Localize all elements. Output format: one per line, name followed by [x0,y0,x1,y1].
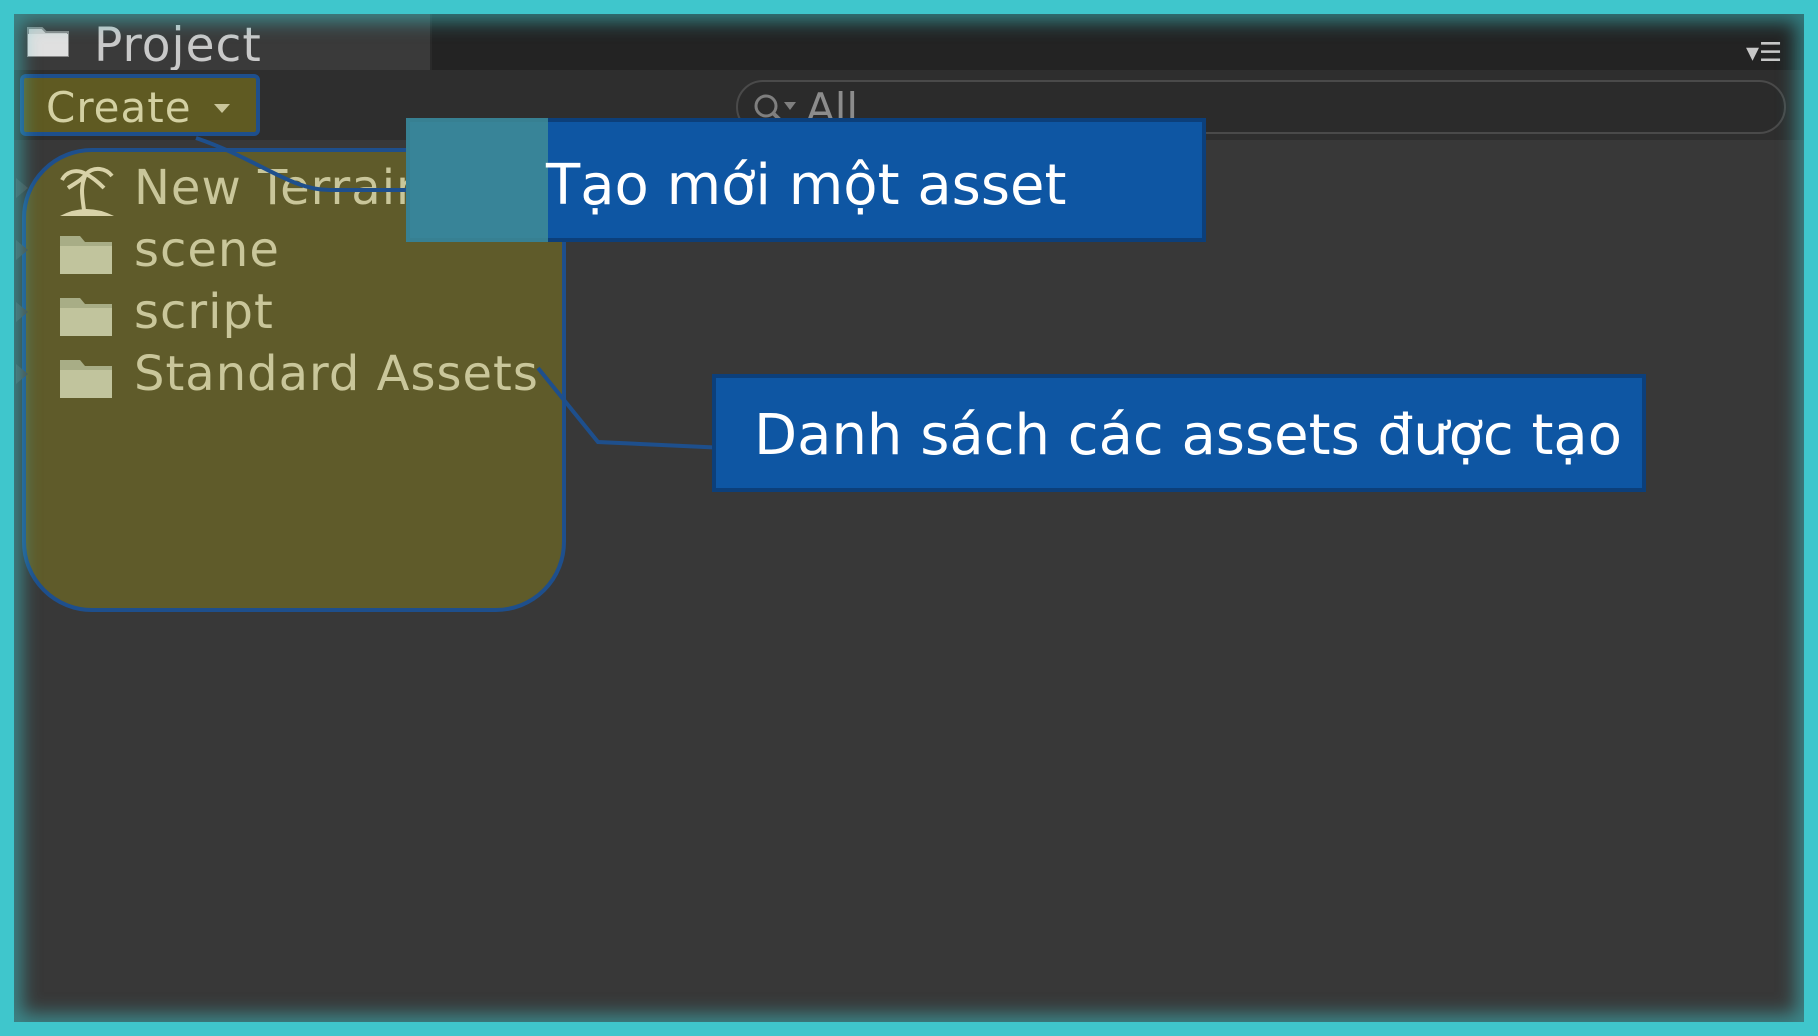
asset-label: scene [134,222,280,278]
asset-label: New Terrain [134,160,428,216]
expand-arrow-icon[interactable] [16,364,28,384]
chevron-down-icon [214,104,230,113]
create-button[interactable]: Create [20,74,260,136]
callout-overlap [406,118,548,242]
asset-label: script [134,284,274,340]
terrain-icon [60,167,114,216]
asset-item-script[interactable]: script [14,284,574,348]
callout-text: Danh sách các assets được tạo [754,403,1622,468]
folder-icon [60,360,112,398]
expand-arrow-icon[interactable] [16,178,28,198]
callout-create-asset: Tạo mới một asset [406,118,1206,242]
callout-asset-list: Danh sách các assets được tạo [712,374,1646,492]
callout-text: Tạo mới một asset [546,153,1067,218]
expand-arrow-icon[interactable] [16,240,28,260]
tab-title: Project [94,18,262,73]
folder-icon [27,27,69,57]
dropdown-menu-icon[interactable]: ▾☰ [1746,38,1794,68]
folder-icon [60,298,112,336]
tab-strip: Project ▾☰ [14,14,1804,73]
tab-project[interactable]: Project [14,14,432,73]
asset-label: Standard Assets [134,346,539,402]
folder-icon [60,236,112,274]
create-label: Create [46,83,192,132]
expand-arrow-icon[interactable] [16,302,28,322]
asset-item-standard-assets[interactable]: Standard Assets [14,346,574,410]
